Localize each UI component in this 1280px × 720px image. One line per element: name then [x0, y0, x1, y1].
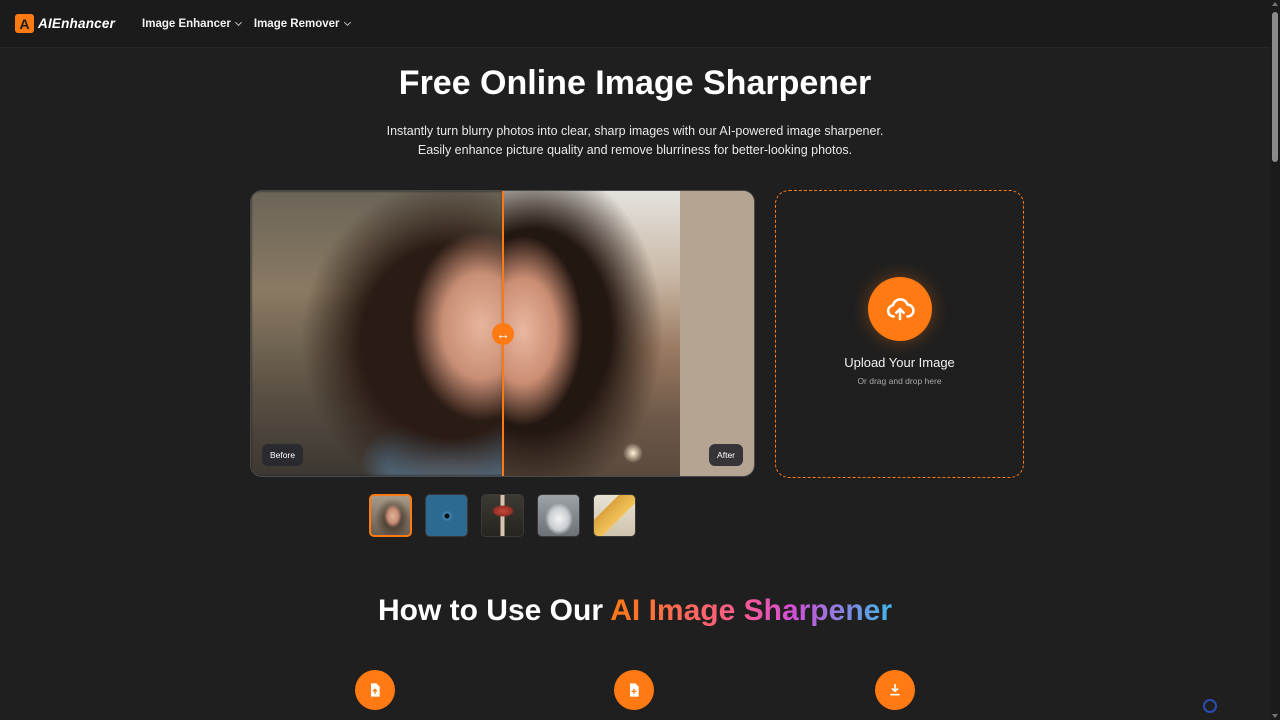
step-3-icon-badge: [875, 670, 915, 710]
sample-thumb-mushroom[interactable]: [481, 494, 524, 537]
nav-image-enhancer[interactable]: Image Enhancer: [142, 17, 242, 30]
nav-image-remover-label: Image Remover: [253, 17, 340, 30]
before-after-comparison[interactable]: ↔ Before After: [250, 190, 755, 477]
after-image: [503, 191, 754, 476]
subtitle-line-1: Instantly turn blurry photos into clear,…: [386, 124, 884, 138]
upload-button[interactable]: [867, 277, 932, 341]
scroll-up-arrow-icon[interactable]: [1272, 2, 1278, 6]
cloud-upload-icon: [886, 298, 915, 321]
top-navbar: A AIEnhancer Image Enhancer Image Remove…: [0, 0, 1270, 48]
step-2-icon-badge: [614, 670, 654, 710]
how-to-heading-highlight: AI Image Sharpener: [610, 594, 892, 627]
page-subtitle: Instantly turn blurry photos into clear,…: [0, 122, 1270, 160]
chevron-down-icon: [234, 18, 242, 26]
chevron-down-icon: [343, 18, 351, 26]
file-process-icon: [630, 683, 639, 697]
nav-image-enhancer-label: Image Enhancer: [142, 17, 231, 30]
upload-title: Upload Your Image: [844, 355, 955, 370]
page-scrollbar[interactable]: [1270, 0, 1280, 720]
after-label: After: [709, 444, 743, 466]
logo[interactable]: A AIEnhancer: [15, 14, 115, 33]
scroll-thumb[interactable]: [1272, 12, 1278, 162]
logo-text: AIEnhancer: [38, 16, 116, 31]
drag-handle-icon[interactable]: ↔: [492, 323, 514, 345]
page-title: Free Online Image Sharpener: [398, 64, 872, 102]
before-label: Before: [262, 444, 304, 466]
nav-image-remover[interactable]: Image Remover: [253, 17, 351, 30]
sample-thumb-golden-box[interactable]: [593, 494, 636, 537]
file-upload-icon: [371, 683, 380, 697]
sample-thumb-eye[interactable]: [425, 494, 468, 537]
logo-icon: A: [15, 14, 34, 33]
how-to-heading: How to Use Our AI Image Sharpener: [0, 594, 1270, 628]
subtitle-line-2: Easily enhance picture quality and remov…: [417, 143, 853, 157]
settings-widget-icon[interactable]: [1203, 699, 1217, 713]
upload-subtitle: Or drag and drop here: [857, 376, 942, 386]
before-image: [251, 191, 503, 476]
step-1-icon-badge: [355, 670, 395, 710]
upload-dropzone[interactable]: Upload Your Image Or drag and drop here: [775, 190, 1024, 478]
sample-thumb-cat[interactable]: [537, 494, 580, 537]
how-to-heading-plain: How to Use Our: [377, 594, 611, 627]
sample-thumbnails: [369, 494, 636, 537]
scroll-down-arrow-icon[interactable]: [1272, 714, 1278, 718]
download-icon: [890, 683, 900, 696]
sample-thumb-woman-portrait[interactable]: [369, 494, 412, 537]
